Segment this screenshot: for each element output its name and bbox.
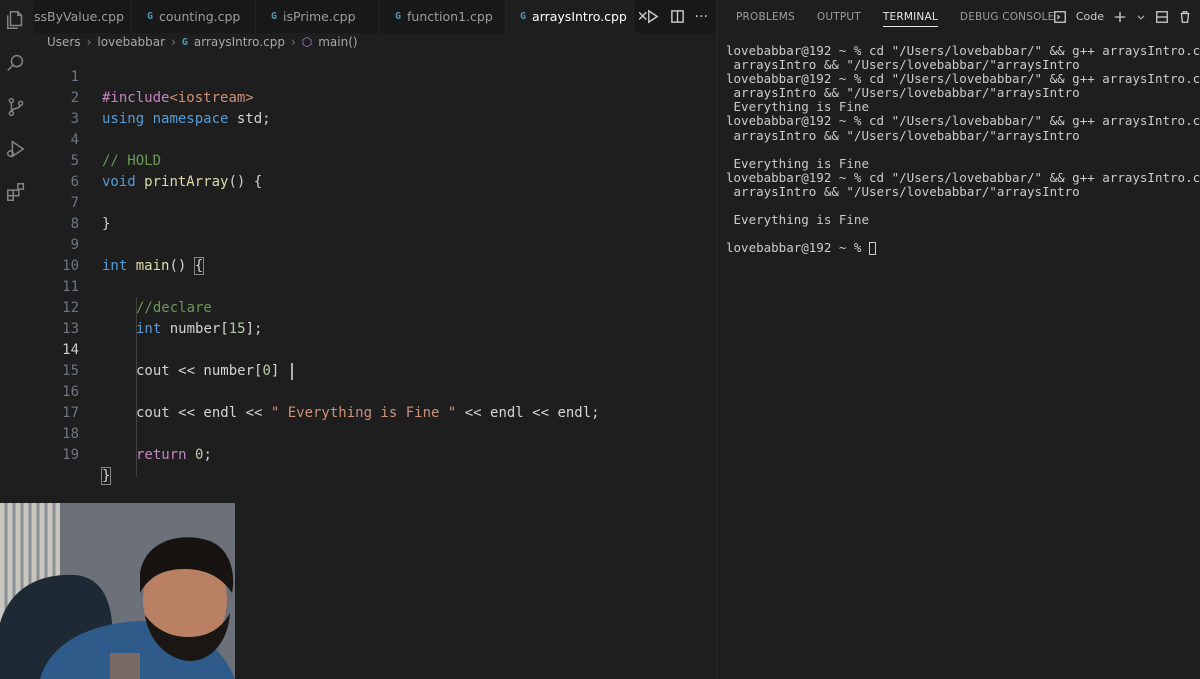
code-line: 9 int main() { [34, 214, 716, 275]
terminal-line: lovebabbar@192 ~ % cd "/Users/lovebabbar… [726, 113, 1200, 129]
tab-debug-console[interactable]: DEBUG CONSOLE [960, 11, 1055, 23]
trash-icon[interactable] [1178, 10, 1192, 24]
editor-actions: ··· [645, 0, 708, 33]
source-control-icon[interactable] [4, 95, 28, 119]
terminal-line: lovebabbar@192 ~ % cd "/Users/lovebabbar… [726, 43, 1200, 58]
cpp-file-icon: G [271, 11, 278, 22]
code-line: 6 [34, 151, 716, 190]
code-line: 7 } [34, 172, 716, 232]
code-line: 19 } [34, 424, 716, 485]
editor-tab-bar: ssByValue.cpp G counting.cpp G isPrime.c… [34, 0, 716, 33]
tab-problems[interactable]: PROBLEMS [736, 11, 795, 23]
code-token: return [136, 447, 187, 463]
tab-label: ssByValue.cpp [34, 9, 125, 24]
tab-label: counting.cpp [159, 9, 241, 24]
code-line: 15 [34, 340, 716, 379]
explorer-icon[interactable] [4, 8, 28, 32]
terminal-panel: PROBLEMS OUTPUT TERMINAL DEBUG CONSOLE C… [717, 0, 1200, 679]
terminal-line: Everything is Fine [726, 155, 869, 171]
tab-isprime[interactable]: G isPrime.cpp [256, 0, 380, 33]
tab-terminal[interactable]: TERMINAL [882, 11, 938, 27]
search-icon[interactable] [4, 51, 28, 75]
code-line: 8 [34, 193, 716, 232]
terminal-icon [1053, 10, 1066, 23]
tab-counting[interactable]: G counting.cpp [132, 0, 256, 33]
line-number: 19 [62, 447, 79, 463]
code-token: ; [203, 447, 212, 463]
cpp-file-icon: G [520, 11, 527, 22]
terminal-line: lovebabbar@192 ~ % cd "/Users/lovebabbar… [726, 169, 1200, 185]
bracket-match: } [100, 467, 112, 485]
shell-label[interactable]: Code [1076, 10, 1104, 23]
code-line: 13 [34, 298, 716, 337]
code-line: 10 [34, 235, 716, 274]
play-icon[interactable] [645, 9, 660, 24]
code-line: 5 void printArray() { [34, 130, 716, 190]
terminal-line: arraysIntro && "/Users/lovebabbar/"array… [726, 85, 1080, 101]
tab-arraysintro[interactable]: G arraysIntro.cpp ✕ [506, 0, 649, 33]
terminal-prompt: lovebabbar@192 ~ % [726, 240, 869, 256]
terminal-line: arraysIntro && "/Users/lovebabbar/"array… [726, 57, 1080, 73]
tab-label: isPrime.cpp [283, 9, 356, 24]
tab-label: arraysIntro.cpp [532, 9, 627, 24]
tab-function1[interactable]: G function1.cpp [380, 0, 506, 33]
code-line: 2 using namespace std; [34, 67, 716, 127]
terminal-cursor [869, 242, 876, 256]
chevron-down-icon[interactable] [1136, 10, 1146, 24]
code-line: 4 // HOLD [34, 109, 716, 169]
split-editor-icon[interactable] [670, 9, 685, 24]
code-line: 12 int number[15]; [34, 277, 716, 337]
terminal-line: arraysIntro && "/Users/lovebabbar/"array… [726, 127, 1080, 143]
terminal-line: Everything is Fine [726, 212, 869, 228]
layout-icon[interactable] [1155, 10, 1169, 24]
code-line: 18 return 0; [34, 403, 716, 463]
code-line: 1 #include<iostream> [34, 46, 716, 106]
code-line: 16 cout << endl << " Everything is Fine … [34, 361, 716, 421]
webcam-overlay [0, 503, 235, 679]
extensions-icon[interactable] [4, 180, 28, 204]
cpp-file-icon: G [147, 11, 154, 22]
tab-output[interactable]: OUTPUT [817, 11, 861, 23]
terminal-output[interactable]: lovebabbar@192 ~ % cd "/Users/lovebabbar… [726, 43, 1200, 256]
code-line: 17 [34, 382, 716, 421]
tab-label: function1.cpp [407, 9, 493, 24]
code-line-current: 14 cout << number[0] [34, 319, 716, 380]
presenter-video [0, 503, 235, 679]
more-icon[interactable]: ··· [695, 9, 708, 25]
run-debug-icon[interactable] [4, 137, 28, 161]
cpp-file-icon: G [395, 11, 402, 22]
code-line: 3 [34, 88, 716, 127]
plus-icon[interactable] [1113, 10, 1127, 24]
tab-passbyvalue[interactable]: ssByValue.cpp [34, 0, 132, 33]
code-editor[interactable]: 1 #include<iostream> 2 using namespace s… [34, 46, 716, 485]
terminal-line: lovebabbar@192 ~ % cd "/Users/lovebabbar… [726, 71, 1200, 87]
code-line: 11 //declare [34, 256, 716, 316]
panel-actions: Code [1053, 0, 1192, 33]
terminal-line: arraysIntro && "/Users/lovebabbar/"array… [726, 183, 1080, 199]
terminal-line: Everything is Fine [726, 99, 869, 115]
terminal-prompt-line: lovebabbar@192 ~ % [726, 240, 1196, 256]
